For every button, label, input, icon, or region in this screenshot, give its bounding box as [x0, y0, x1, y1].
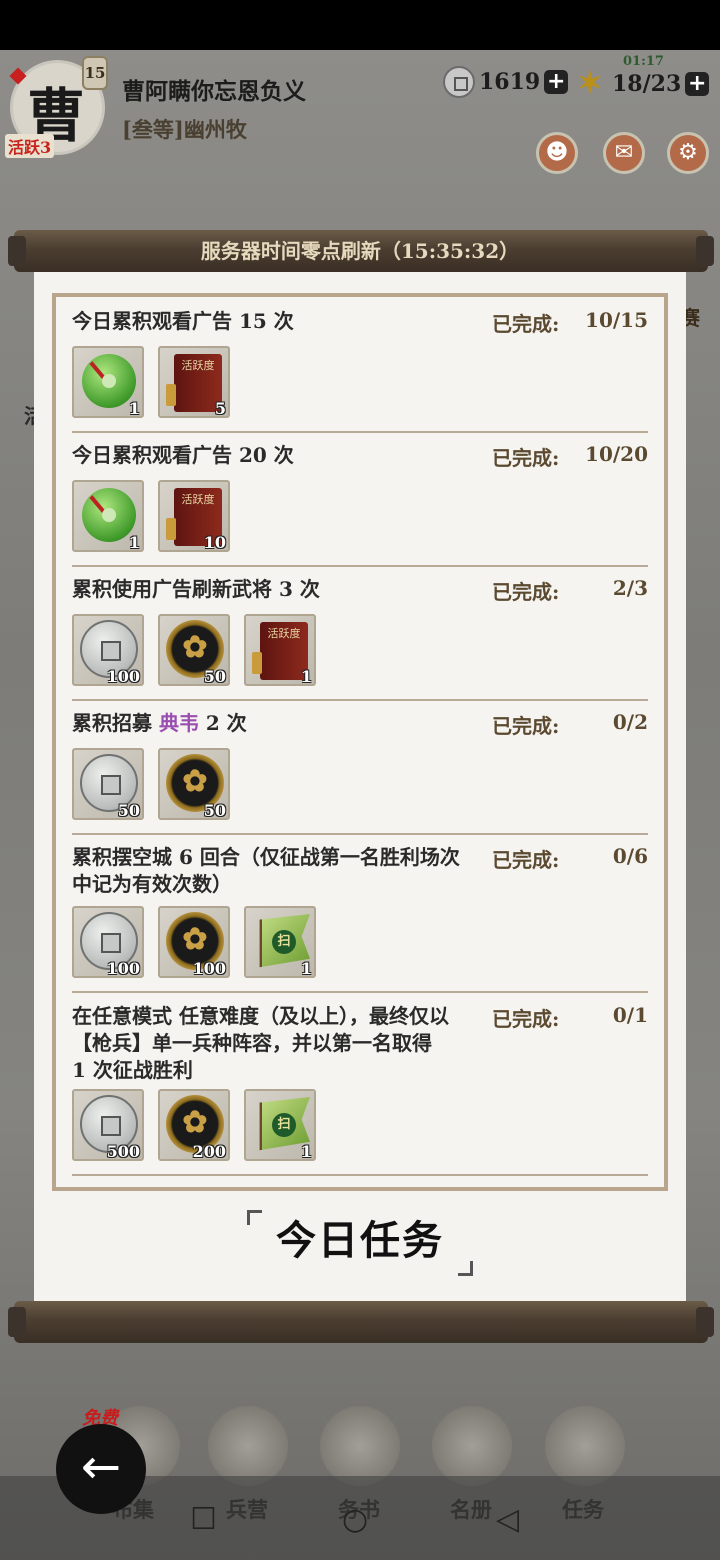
system-home-icon[interactable]: ○	[342, 1502, 368, 1537]
friends-icon[interactable]: ☻	[536, 132, 578, 174]
done-label: 已完成:	[492, 312, 560, 336]
coin-icon	[443, 66, 475, 98]
reward-item[interactable]: 100	[72, 906, 144, 978]
nav-roster-icon[interactable]	[432, 1406, 512, 1486]
reward-list: 500 ✿ 200 扫1	[72, 1089, 316, 1161]
reward-item[interactable]: 1	[72, 480, 144, 552]
reward-item[interactable]: ✿ 50	[158, 614, 230, 686]
task-row: 今日累积观看广告 15 次 已完成: 10/15 1 活跃度 5	[72, 308, 648, 433]
reward-item[interactable]: 活跃度 5	[158, 346, 230, 418]
scroll-bottom-rod	[8, 1301, 714, 1343]
task-text: 今日累积观看广告 15 次	[72, 309, 294, 333]
done-label: 已完成:	[492, 580, 560, 604]
reward-item[interactable]: 扫1	[244, 1089, 316, 1161]
task-row: 累积使用广告刷新武将 3 次 已完成: 2/3 100 ✿ 50 活跃度 1	[72, 576, 648, 701]
task-text: 今日累积观看广告 20 次	[72, 443, 294, 467]
reward-item[interactable]: 500	[72, 1089, 144, 1161]
reward-item[interactable]: 50	[72, 748, 144, 820]
task-row: 今日累积观看广告 20 次 已完成: 10/20 1 活跃度 10	[72, 442, 648, 567]
task-progress: 10/20	[585, 442, 648, 466]
nav-label-roster[interactable]: 名册	[450, 1494, 492, 1524]
reward-list: 1 活跃度 5	[72, 346, 230, 418]
daily-tasks-seal: 今日任务	[247, 1210, 473, 1276]
mail-icon[interactable]: ✉	[603, 132, 645, 174]
nav-task-icon[interactable]	[545, 1406, 625, 1486]
task-text: 累积招募 典韦 2 次	[72, 711, 247, 735]
system-back-icon[interactable]: ◁	[496, 1502, 519, 1537]
task-progress: 0/1	[612, 1003, 648, 1027]
reward-item[interactable]: 100	[72, 614, 144, 686]
system-recent-icon[interactable]: ☐	[190, 1502, 217, 1537]
reward-item[interactable]: ✿ 200	[158, 1089, 230, 1161]
reward-item[interactable]: 1	[72, 346, 144, 418]
task-progress: 10/15	[585, 308, 648, 332]
task-text: 累积摆空城 6 回合（仅征战第一名胜利场次中记为有效次数）	[72, 845, 460, 896]
stamina-count: 18/23	[612, 71, 682, 97]
nav-book-icon[interactable]	[320, 1406, 400, 1486]
reward-item[interactable]: 活跃度 10	[158, 480, 230, 552]
done-label: 已完成:	[492, 714, 560, 738]
task-progress: 0/6	[612, 844, 648, 868]
nav-label-task[interactable]: 任务	[562, 1494, 604, 1524]
task-text: 在任意模式 任意难度（及以上），最终仅以【枪兵】单一兵种阵容，并以第一名取得 1…	[72, 1004, 449, 1082]
reward-list: 50 ✿ 50	[72, 748, 230, 820]
coin-resource: 1619 +	[443, 66, 569, 98]
done-label: 已完成:	[492, 848, 560, 872]
reward-list: 100 ✿ 50 活跃度 1	[72, 614, 316, 686]
wheat-icon: ✶	[577, 66, 603, 101]
reward-item[interactable]: ✿ 100	[158, 906, 230, 978]
reward-list: 1 活跃度 10	[72, 480, 230, 552]
add-coin-button[interactable]: +	[544, 70, 569, 94]
reward-item[interactable]: 扫1	[244, 906, 316, 978]
task-text: 累积使用广告刷新武将 3 次	[72, 577, 320, 601]
player-name: 曹阿瞒你忘恩负义	[122, 78, 306, 105]
settings-gear-icon[interactable]: ⚙	[667, 132, 709, 174]
nav-label-barracks[interactable]: 兵营	[226, 1494, 268, 1524]
player-title: [叁等]幽州牧	[122, 117, 247, 142]
coin-count: 1619	[479, 69, 541, 95]
done-label: 已完成:	[492, 446, 560, 470]
reward-list: 100 ✿ 100 扫1	[72, 906, 316, 978]
task-row: 累积摆空城 6 回合（仅征战第一名胜利场次中记为有效次数） 已完成: 0/6 1…	[72, 844, 648, 993]
player-level-badge: 15	[82, 56, 108, 90]
done-label: 已完成:	[492, 1007, 560, 1031]
add-stamina-button[interactable]: +	[685, 72, 710, 96]
task-row: 累积招募 典韦 2 次 已完成: 0/2 50 ✿ 50	[72, 710, 648, 835]
reward-item[interactable]: ✿ 50	[158, 748, 230, 820]
task-progress: 2/3	[612, 576, 648, 600]
task-row: 在任意模式 任意难度（及以上），最终仅以【枪兵】单一兵种阵容，并以第一名取得 1…	[72, 1003, 648, 1176]
stamina-resource: ✶ 18/23 +	[572, 66, 710, 102]
back-arrow-icon[interactable]: ←	[56, 1424, 146, 1514]
task-progress: 0/2	[612, 710, 648, 734]
general-name: 典韦	[158, 711, 199, 735]
refresh-time-title: 服务器时间零点刷新（15:35:32）	[200, 239, 520, 263]
status-bar	[0, 0, 720, 50]
nav-barracks-icon[interactable]	[208, 1406, 288, 1486]
activity-badge: 活跃3	[5, 134, 55, 158]
reward-item[interactable]: 活跃度 1	[244, 614, 316, 686]
